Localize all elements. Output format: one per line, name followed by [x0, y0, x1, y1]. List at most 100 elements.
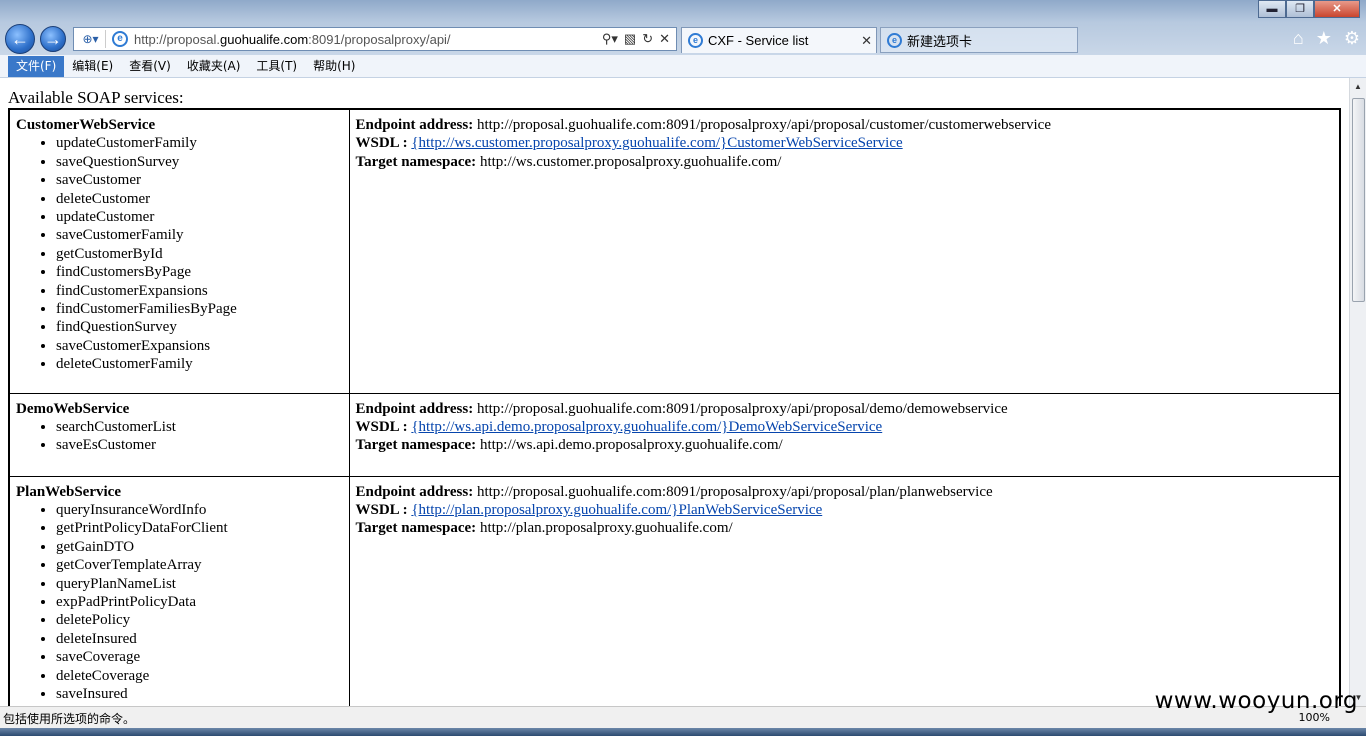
target-namespace-line: Target namespace: http://plan.proposalpr…: [356, 519, 1334, 537]
target-namespace-line: Target namespace: http://ws.api.demo.pro…: [356, 436, 1334, 454]
operation-item: saveCustomerExpansions: [56, 337, 343, 355]
operation-item: queryPlanNameList: [56, 575, 343, 593]
operation-item: saveEsCustomer: [56, 436, 343, 454]
menu-file[interactable]: 文件(F): [8, 55, 65, 77]
operation-item: getCustomerById: [56, 245, 343, 263]
menu-view[interactable]: 查看(V): [121, 56, 179, 77]
operation-item: saveQuestionSurvey: [56, 153, 343, 171]
operation-item: searchCustomerList: [56, 418, 343, 436]
endpoint-address-value: http://proposal.guohualife.com:8091/prop…: [476, 483, 993, 500]
service-operations-cell: DemoWebServicesearchCustomerListsaveEsCu…: [8, 392, 350, 477]
service-info-cell: Endpoint address: http://proposal.guohua…: [348, 392, 1341, 477]
operation-item: findCustomerFamiliesByPage: [56, 300, 343, 318]
menu-favorites[interactable]: 收藏夹(A): [179, 56, 249, 77]
menu-help[interactable]: 帮助(H): [305, 56, 363, 77]
service-operations-cell: PlanWebServicequeryInsuranceWordInfogetP…: [8, 475, 350, 706]
operation-item: getGainDTO: [56, 538, 343, 556]
operation-item: deleteInsured: [56, 630, 343, 648]
scroll-up-icon[interactable]: ▲: [1350, 78, 1366, 95]
service-operations-cell: CustomerWebServiceupdateCustomerFamilysa…: [8, 108, 350, 394]
scroll-thumb[interactable]: [1352, 98, 1365, 302]
operation-item: saveCustomerFamily: [56, 226, 343, 244]
window-controls: ▬ ❐ ✕: [1258, 0, 1360, 18]
target-namespace-line: Target namespace: http://ws.customer.pro…: [356, 153, 1334, 171]
ie-page-icon: e: [112, 31, 128, 47]
page-title: Available SOAP services:: [8, 88, 184, 107]
operation-item: deleteCustomerFamily: [56, 355, 343, 373]
home-icon[interactable]: ⌂: [1293, 28, 1304, 49]
wsdl-label: WSDL :: [355, 135, 408, 152]
search-icon[interactable]: ⚲▾: [602, 31, 618, 47]
wsdl-link[interactable]: {http://plan.proposalproxy.guohualife.co…: [411, 502, 822, 518]
favorites-star-icon[interactable]: ★: [1316, 28, 1332, 49]
close-window-button[interactable]: ✕: [1314, 0, 1360, 18]
service-name: DemoWebService: [16, 400, 130, 417]
target-namespace-label: Target namespace:: [355, 520, 477, 537]
refresh-icon[interactable]: ↻: [642, 31, 653, 47]
vertical-scrollbar[interactable]: ▲ ▼: [1349, 78, 1366, 706]
back-button[interactable]: ←: [5, 24, 35, 54]
operations-list: searchCustomerListsaveEsCustomer: [16, 418, 343, 455]
target-namespace-value: http://ws.customer.proposalproxy.guohual…: [479, 153, 782, 170]
forward-button[interactable]: →: [40, 26, 66, 52]
operation-item: queryInsuranceWordInfo: [56, 501, 343, 519]
address-bar[interactable]: ⊕▾ e http://proposal.guohualife.com:8091…: [73, 27, 677, 51]
gear-icon[interactable]: ⚙: [1344, 28, 1360, 49]
service-info-cell: Endpoint address: http://proposal.guohua…: [348, 475, 1341, 706]
menu-edit[interactable]: 编辑(E): [64, 56, 121, 77]
target-namespace-label: Target namespace:: [355, 153, 477, 170]
target-namespace-value: http://ws.api.demo.proposalproxy.guohual…: [479, 437, 783, 454]
wsdl-link[interactable]: {http://ws.api.demo.proposalproxy.guohua…: [411, 419, 882, 435]
arrow-right-icon: →: [44, 28, 62, 49]
operation-item: updateCustomerFamily: [56, 134, 343, 152]
service-row: PlanWebServicequeryInsuranceWordInfogetP…: [8, 475, 1341, 706]
watermark: www.wooyun.org: [1154, 688, 1358, 714]
wsdl-line: WSDL : {http://ws.api.demo.proposalproxy…: [356, 418, 1334, 436]
endpoint-address-label: Endpoint address:: [355, 400, 474, 417]
wsdl-label: WSDL :: [355, 501, 408, 518]
wsdl-line: WSDL : {http://ws.customer.proposalproxy…: [356, 134, 1334, 152]
browser-chrome: ← → ⊕▾ e http://proposal.guohualife.com:…: [0, 0, 1366, 55]
page-content: Available SOAP services: CustomerWebServ…: [0, 78, 1349, 706]
minimize-button[interactable]: ▬: [1258, 0, 1286, 18]
menu-tools[interactable]: 工具(T): [248, 56, 305, 77]
endpoint-address-label: Endpoint address:: [355, 483, 474, 500]
wsdl-line: WSDL : {http://plan.proposalproxy.guohua…: [356, 501, 1334, 519]
service-info-cell: Endpoint address: http://proposal.guohua…: [348, 108, 1341, 394]
operation-item: deletePolicy: [56, 611, 343, 629]
close-tab-icon[interactable]: ✕: [861, 33, 872, 49]
endpoint-address-value: http://proposal.guohualife.com:8091/prop…: [476, 117, 1051, 133]
operations-list: queryInsuranceWordInfogetPrintPolicyData…: [16, 501, 343, 703]
wsdl-label: WSDL :: [355, 418, 408, 435]
compat-view-icon[interactable]: ⊕▾: [76, 30, 106, 48]
operation-item: deleteCoverage: [56, 667, 343, 685]
maximize-button[interactable]: ❐: [1286, 0, 1314, 18]
operation-item: findCustomersByPage: [56, 263, 343, 281]
operation-item: saveInsured: [56, 685, 343, 703]
endpoint-address-line: Endpoint address: http://proposal.guohua…: [356, 483, 1334, 501]
services-table: CustomerWebServiceupdateCustomerFamilysa…: [8, 108, 1341, 706]
endpoint-address-line: Endpoint address: http://proposal.guohua…: [356, 400, 1334, 418]
address-url[interactable]: http://proposal.guohualife.com:8091/prop…: [134, 32, 602, 47]
stop-icon[interactable]: ✕: [659, 31, 670, 47]
operation-item: findCustomerExpansions: [56, 282, 343, 300]
operation-item: saveCustomer: [56, 171, 343, 189]
taskbar: [0, 728, 1366, 736]
endpoint-address-value: http://proposal.guohualife.com:8091/prop…: [476, 400, 1008, 417]
browser-toolbar-icons: ⌂ ★ ⚙: [1293, 28, 1360, 49]
tab-cxf-service-list[interactable]: e CXF - Service list ✕: [681, 27, 877, 53]
arrow-left-icon: ←: [11, 28, 29, 49]
tab-new[interactable]: e 新建选项卡: [880, 27, 1078, 53]
service-name: PlanWebService: [16, 483, 121, 500]
operation-item: saveCoverage: [56, 648, 343, 666]
operation-item: deleteCustomer: [56, 190, 343, 208]
compat-icon[interactable]: ▧: [624, 31, 636, 47]
status-text: 包括使用所选项的命令。: [3, 712, 136, 726]
operation-item: getCoverTemplateArray: [56, 556, 343, 574]
target-namespace-value: http://plan.proposalproxy.guohualife.com…: [479, 520, 733, 537]
operation-item: expPadPrintPolicyData: [56, 593, 343, 611]
wsdl-link[interactable]: {http://ws.customer.proposalproxy.guohua…: [411, 135, 902, 151]
endpoint-address-label: Endpoint address:: [355, 117, 474, 133]
tab-label: CXF - Service list: [708, 33, 809, 48]
target-namespace-label: Target namespace:: [355, 437, 477, 454]
